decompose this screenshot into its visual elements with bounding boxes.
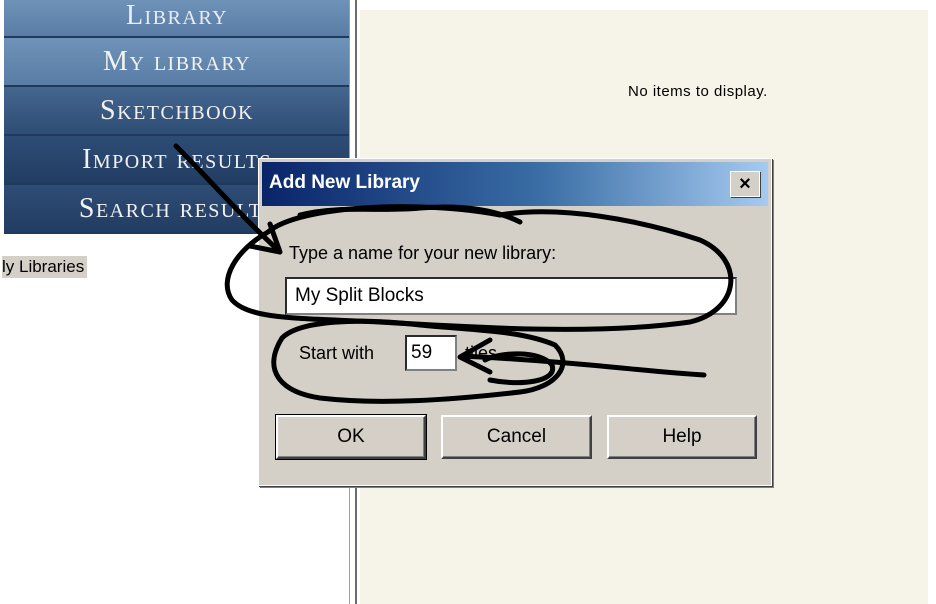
library-name-input[interactable] [285, 277, 737, 315]
start-tiles-input[interactable] [405, 335, 457, 371]
start-with-label: Start with [299, 343, 375, 363]
dialog-title: Add New Library [269, 172, 420, 193]
close-button[interactable]: × [730, 171, 760, 197]
empty-message: No items to display. [628, 83, 768, 100]
dialog-titlebar[interactable]: Add New Library × [262, 162, 768, 206]
close-icon: × [739, 172, 751, 195]
tiles-label: tiles. [465, 343, 503, 363]
cancel-button[interactable]: Cancel [441, 415, 592, 459]
tree-item-my-libraries[interactable]: ly Libraries [2, 256, 88, 278]
name-prompt-label: Type a name for your new library: [289, 243, 557, 263]
add-library-dialog: Add New Library × Type a name for your n… [258, 158, 772, 486]
help-button[interactable]: Help [607, 415, 757, 459]
nav-library[interactable]: Library [4, 0, 350, 38]
nav-sketchbook[interactable]: Sketchbook [4, 87, 350, 136]
ok-button[interactable]: OK [275, 414, 427, 460]
nav-my-library[interactable]: My library [4, 38, 350, 87]
